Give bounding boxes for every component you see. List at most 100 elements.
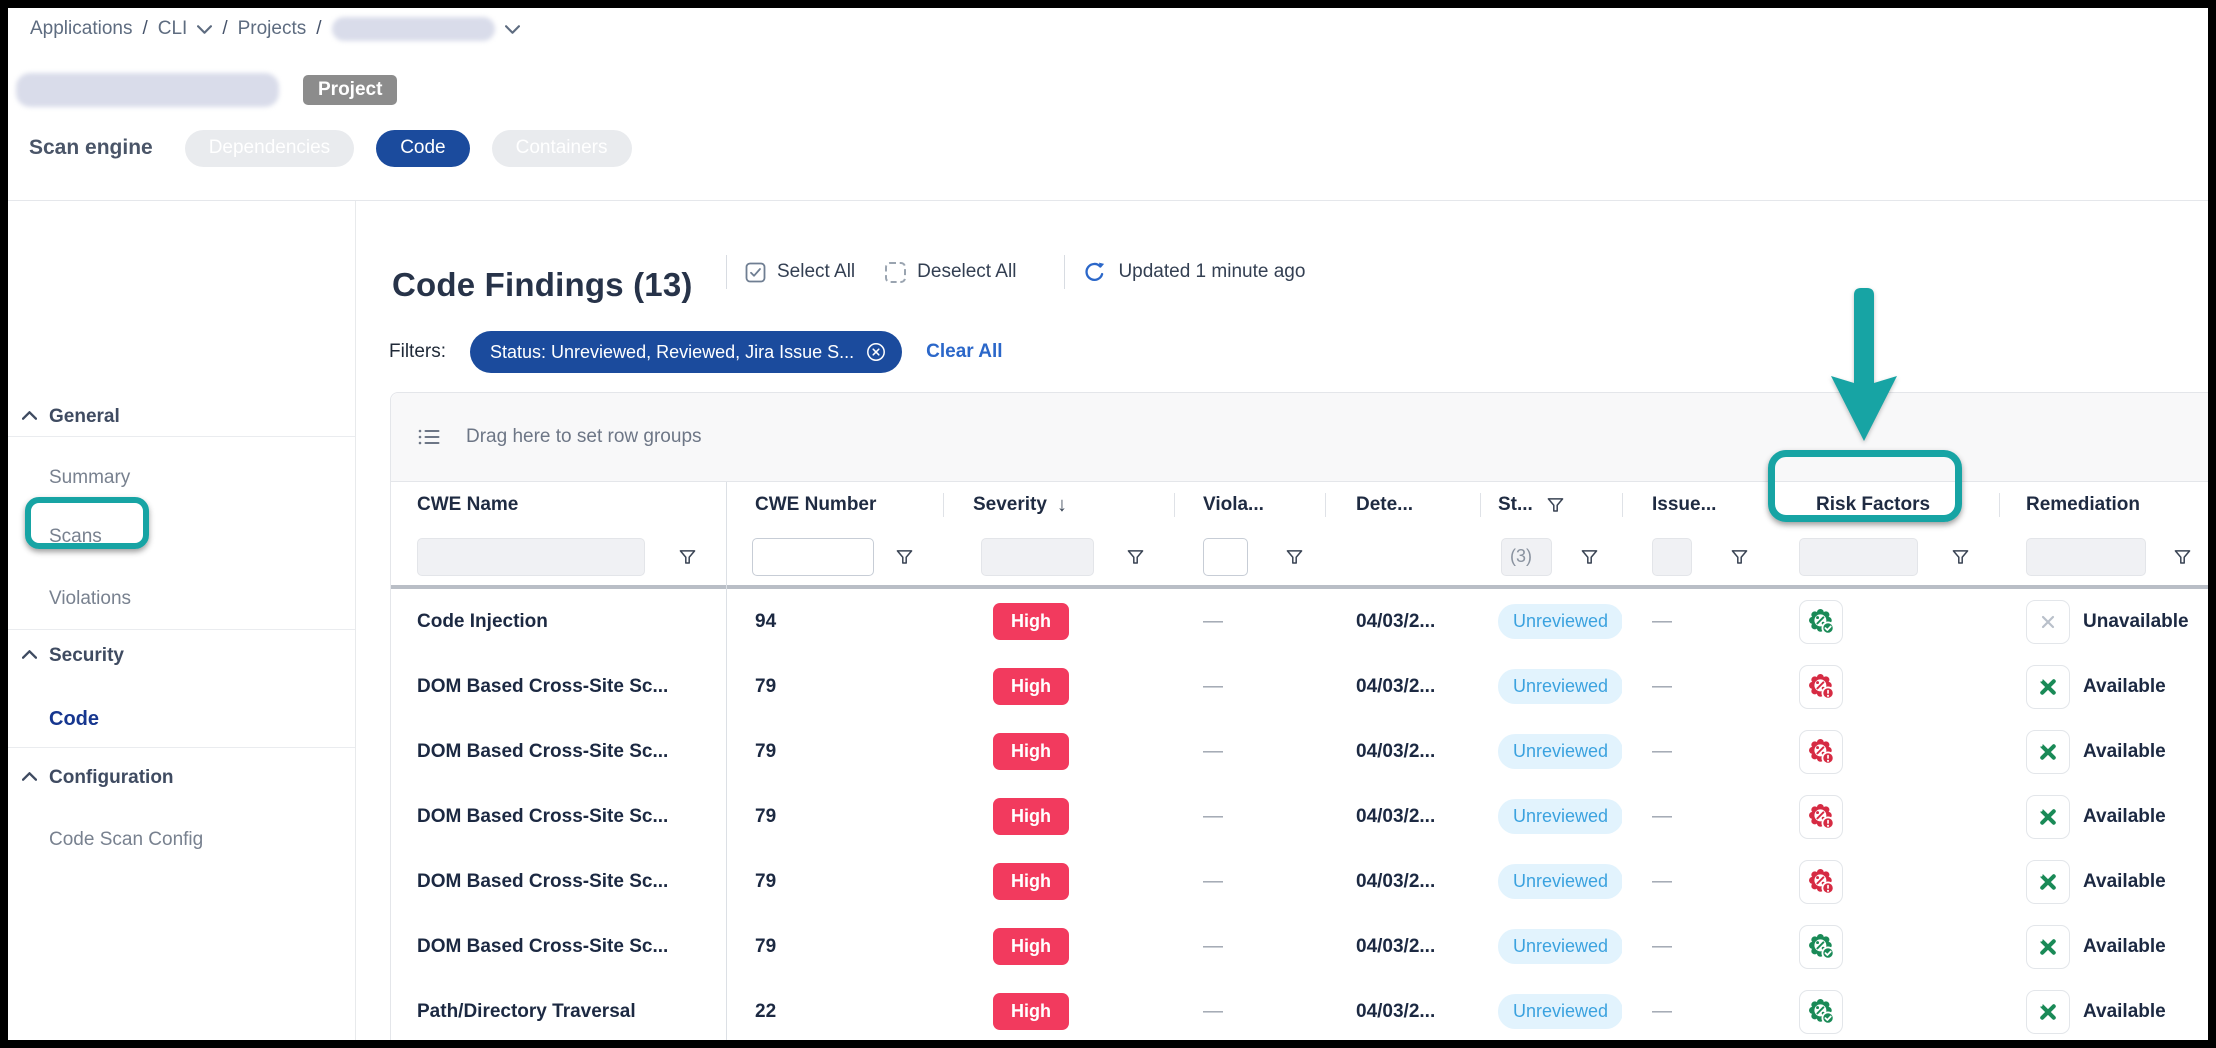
sidebar-section-security[interactable]: Security xyxy=(8,641,345,671)
scan-engine-switcher: Scan engine Dependencies Code Containers xyxy=(29,129,632,167)
filter-cell-violations xyxy=(1174,528,1325,585)
row-group-dropzone[interactable]: Drag here to set row groups xyxy=(391,393,2208,482)
status-filter-chip[interactable]: Status: Unreviewed, Reviewed, Jira Issue… xyxy=(470,331,902,373)
remediation-icon[interactable] xyxy=(2026,600,2070,644)
project-type-badge: Project xyxy=(303,75,397,105)
applicability-seal-icon[interactable] xyxy=(1799,730,1843,774)
close-icon[interactable] xyxy=(866,342,886,362)
refresh-status: Updated 1 minute ago xyxy=(1083,261,1305,284)
column-header-remediation[interactable]: Remediation xyxy=(1999,482,2208,528)
table-row[interactable]: DOM Based Cross-Site Sc... 79 High — 04/… xyxy=(391,914,2208,980)
filter-funnel-icon[interactable] xyxy=(1547,497,1564,513)
applicability-seal-icon[interactable] xyxy=(1799,665,1843,709)
cell-status: Unreviewed xyxy=(1480,654,1622,719)
select-all-button[interactable]: Select All xyxy=(745,261,855,283)
filter-funnel-icon[interactable] xyxy=(896,549,913,565)
column-header-cwe-number[interactable]: CWE Number xyxy=(726,482,943,528)
column-header-issue[interactable]: Issue... xyxy=(1622,482,1774,528)
column-header-status[interactable]: St... xyxy=(1480,482,1622,528)
applicability-seal-icon[interactable] xyxy=(1799,990,1843,1034)
breadcrumb-applications[interactable]: Applications xyxy=(30,18,132,40)
column-header-severity[interactable]: Severity↓ xyxy=(943,482,1174,528)
sidebar-item-label: Code Scan Config xyxy=(49,829,203,851)
severity-filter-input[interactable] xyxy=(981,538,1094,576)
filter-cell-detected xyxy=(1325,528,1480,585)
table-row[interactable]: DOM Based Cross-Site Sc... 79 High — 04/… xyxy=(391,719,2208,785)
sidebar-item-code[interactable]: Code xyxy=(8,704,345,734)
deselect-all-button[interactable]: Deselect All xyxy=(885,261,1016,283)
sidebar-item-summary[interactable]: Summary xyxy=(8,463,345,493)
remediation-filter-input[interactable] xyxy=(2026,538,2146,576)
cell-detected: 04/03/2... xyxy=(1325,589,1480,654)
refresh-icon[interactable] xyxy=(1083,261,1106,284)
toolbar-divider xyxy=(726,255,727,289)
breadcrumb-cli[interactable]: CLI xyxy=(158,18,188,40)
tab-dependencies[interactable]: Dependencies xyxy=(185,130,354,167)
cell-cwe-name: DOM Based Cross-Site Sc... xyxy=(391,849,726,914)
table-row[interactable]: Code Injection 94 High — 04/03/2... Unre… xyxy=(391,589,2208,655)
cell-issue: — xyxy=(1622,589,1774,654)
filter-funnel-icon[interactable] xyxy=(1127,549,1144,565)
severity-badge: High xyxy=(993,993,1069,1030)
cell-risk-factors xyxy=(1774,979,1999,1040)
risk-factors-filter-input[interactable] xyxy=(1799,538,1918,576)
issue-filter-input[interactable] xyxy=(1652,538,1692,576)
toolbar-divider xyxy=(1064,255,1065,289)
remediation-icon[interactable] xyxy=(2026,860,2070,904)
sidebar-item-code-scan-config[interactable]: Code Scan Config xyxy=(8,825,345,855)
cell-status: Unreviewed xyxy=(1480,589,1622,654)
applicability-seal-icon[interactable] xyxy=(1799,600,1843,644)
checkbox-dashed-icon xyxy=(885,262,906,283)
sidebar-section-configuration[interactable]: Configuration xyxy=(8,763,345,793)
filter-cell-cwe-name xyxy=(391,528,726,585)
column-header-violations[interactable]: Viola... xyxy=(1174,482,1325,528)
cell-risk-factors xyxy=(1774,589,1999,654)
sidebar-item-label: Summary xyxy=(49,467,130,489)
sidebar-item-label: Code xyxy=(49,708,99,731)
cell-issue: — xyxy=(1622,784,1774,849)
row-groups-icon xyxy=(418,428,441,446)
table-filter-row: (3) xyxy=(391,528,2208,585)
column-header-cwe-name[interactable]: CWE Name xyxy=(391,482,726,528)
cell-cwe-name: DOM Based Cross-Site Sc... xyxy=(391,654,726,719)
sidebar-section-general[interactable]: General xyxy=(8,402,345,432)
remediation-icon[interactable] xyxy=(2026,665,2070,709)
remediation-icon[interactable] xyxy=(2026,925,2070,969)
filter-funnel-icon[interactable] xyxy=(1286,549,1303,565)
table-row[interactable]: DOM Based Cross-Site Sc... 79 High — 04/… xyxy=(391,654,2208,720)
filter-funnel-icon[interactable] xyxy=(1581,549,1598,565)
status-filter-input[interactable]: (3) xyxy=(1501,538,1552,576)
filter-funnel-icon[interactable] xyxy=(2174,549,2191,565)
tab-code[interactable]: Code xyxy=(376,130,469,167)
applicability-seal-icon[interactable] xyxy=(1799,795,1843,839)
sidebar-divider xyxy=(8,747,355,748)
remediation-icon[interactable] xyxy=(2026,795,2070,839)
applicability-seal-icon[interactable] xyxy=(1799,860,1843,904)
applicability-seal-icon[interactable] xyxy=(1799,925,1843,969)
sidebar-item-scans[interactable]: Scans xyxy=(8,522,345,552)
filter-funnel-icon[interactable] xyxy=(679,549,696,565)
chevron-down-icon[interactable] xyxy=(505,25,520,34)
remediation-icon[interactable] xyxy=(2026,990,2070,1034)
sidebar-section-title: Configuration xyxy=(49,767,174,789)
cell-severity: High xyxy=(943,979,1174,1040)
clear-all-link[interactable]: Clear All xyxy=(926,341,1002,363)
violations-filter-input[interactable] xyxy=(1203,538,1248,576)
tab-containers[interactable]: Containers xyxy=(492,130,632,167)
table-row[interactable]: DOM Based Cross-Site Sc... 79 High — 04/… xyxy=(391,784,2208,850)
table-row[interactable]: Path/Directory Traversal 22 High — 04/03… xyxy=(391,979,2208,1040)
chevron-down-icon[interactable] xyxy=(197,25,212,34)
filter-funnel-icon[interactable] xyxy=(1952,549,1969,565)
sidebar-item-violations[interactable]: Violations xyxy=(8,584,345,614)
table-row[interactable]: DOM Based Cross-Site Sc... 79 High — 04/… xyxy=(391,849,2208,915)
column-header-risk-factors[interactable]: Risk Factors xyxy=(1774,482,1999,528)
filter-funnel-icon[interactable] xyxy=(1731,549,1748,565)
column-header-detected[interactable]: Dete... xyxy=(1325,482,1480,528)
column-separator xyxy=(1480,493,1481,517)
cwe-name-filter-input[interactable] xyxy=(417,538,645,576)
breadcrumb-projects[interactable]: Projects xyxy=(238,18,307,40)
cell-risk-factors xyxy=(1774,784,1999,849)
remediation-icon[interactable] xyxy=(2026,730,2070,774)
cwe-number-filter-input[interactable] xyxy=(752,538,874,576)
severity-badge: High xyxy=(993,798,1069,835)
